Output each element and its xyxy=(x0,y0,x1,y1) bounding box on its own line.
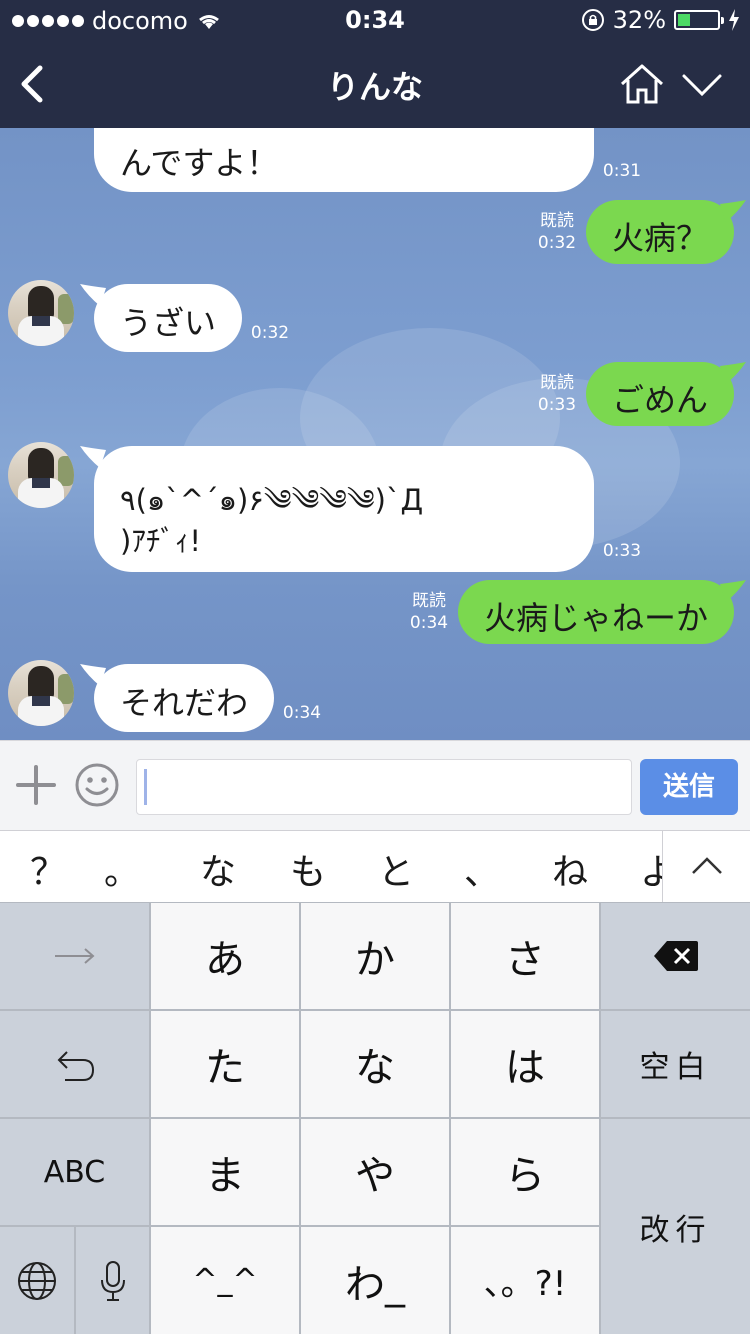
space-key[interactable]: 空白 xyxy=(601,1011,750,1117)
battery-percent: 32% xyxy=(612,6,666,34)
message-input-bar: 送信 xyxy=(0,740,750,830)
send-button[interactable]: 送信 xyxy=(640,759,738,815)
chat-area[interactable]: んですよ！ 0:31 既読 0:32 火病？ うざい 0:32 既読 0:33 … xyxy=(0,128,750,740)
bubble-tail xyxy=(720,362,746,384)
message-meta: 既読 0:34 xyxy=(406,590,452,634)
home-icon[interactable] xyxy=(618,62,666,106)
mic-icon xyxy=(100,1260,125,1301)
battery-icon xyxy=(674,10,724,30)
message-bubble-incoming[interactable]: ٩(๑`^´๑)۶༄༄༄༄)`Д )ｱﾁﾞｨ! xyxy=(94,446,594,572)
dictation-key[interactable] xyxy=(76,1227,149,1334)
bubble-tail xyxy=(720,580,746,602)
message-time: 0:34 xyxy=(282,703,322,723)
bubble-tail xyxy=(720,200,746,222)
undo-icon xyxy=(57,1051,94,1081)
message-bubble-outgoing[interactable]: 火病？ xyxy=(586,200,734,264)
key-ka[interactable]: か xyxy=(301,903,449,1009)
avatar[interactable] xyxy=(8,660,74,726)
message-time: 0:32 xyxy=(537,233,577,253)
message-meta: 既読 0:33 xyxy=(534,372,580,416)
key-ma[interactable]: ま xyxy=(151,1119,299,1225)
delete-icon xyxy=(653,941,698,971)
message-text: うざい xyxy=(120,304,217,342)
return-key[interactable]: 改行 xyxy=(601,1119,750,1334)
message-bubble-incoming[interactable]: んですよ！ xyxy=(94,128,594,192)
message-text: ごめん xyxy=(612,381,709,419)
message-meta: 既読 0:32 xyxy=(534,210,580,254)
status-right: 32% xyxy=(581,6,740,34)
kaomoji-key[interactable]: ^_^ xyxy=(151,1227,299,1334)
globe-icon xyxy=(18,1261,56,1300)
message-bubble-incoming[interactable]: それだわ xyxy=(94,664,274,732)
prediction-bar: ？ 。 な も と 、 ね よ xyxy=(0,830,750,903)
key-na[interactable]: な xyxy=(301,1011,449,1117)
message-text: 火病？ xyxy=(612,219,709,257)
message-time: 0:32 xyxy=(250,323,290,343)
message-time: 0:31 xyxy=(602,161,642,181)
undo-key[interactable] xyxy=(0,1011,149,1117)
charging-icon xyxy=(729,9,739,31)
suggestion-item[interactable]: 。 xyxy=(104,843,140,895)
battery-fill xyxy=(678,14,690,26)
arrow-right-icon xyxy=(54,948,95,964)
chevron-up-icon xyxy=(692,857,722,874)
message-input[interactable] xyxy=(136,759,632,815)
message-time: 0:33 xyxy=(602,541,642,561)
message-bubble-incoming[interactable]: うざい xyxy=(94,284,242,352)
plus-icon[interactable] xyxy=(16,765,56,805)
text-caret xyxy=(144,769,147,805)
space-key-label: 空白 xyxy=(639,1050,712,1085)
keyboard: あ か さ た な は 空白 ABC ま や ら 改行 ^_^ わ_ 、。?! xyxy=(0,902,750,1334)
read-receipt: 既読 xyxy=(540,373,574,393)
suggestion-item[interactable]: ？ xyxy=(30,843,66,895)
key-ta[interactable]: た xyxy=(151,1011,299,1117)
chevron-down-icon[interactable] xyxy=(680,70,724,100)
delete-key[interactable] xyxy=(601,903,750,1009)
rotation-lock-icon xyxy=(581,9,604,31)
chat-header: りんな xyxy=(0,40,750,128)
read-receipt: 既読 xyxy=(412,591,446,611)
return-key-label: 改行 xyxy=(639,1212,712,1248)
avatar[interactable] xyxy=(8,442,74,508)
message-text-line-2: )ｱﾁﾞｨ! xyxy=(120,524,201,558)
message-bubble-outgoing[interactable]: 火病じゃねーか xyxy=(458,580,734,644)
globe-key[interactable] xyxy=(0,1227,74,1334)
read-receipt: 既読 xyxy=(540,211,574,231)
suggestion-item[interactable]: よ xyxy=(640,843,662,895)
message-text: 火病じゃねーか xyxy=(484,599,709,637)
key-a[interactable]: あ xyxy=(151,903,299,1009)
suggestion-item[interactable]: な xyxy=(200,843,236,895)
key-ha[interactable]: は xyxy=(451,1011,599,1117)
message-text: それだわ xyxy=(120,684,249,722)
message-time: 0:33 xyxy=(537,395,577,415)
key-ya[interactable]: や xyxy=(301,1119,449,1225)
punctuation-key[interactable]: 、。?! xyxy=(451,1227,599,1334)
expand-suggestions-button[interactable] xyxy=(662,831,750,903)
abc-key[interactable]: ABC xyxy=(0,1119,149,1225)
suggestion-item[interactable]: も xyxy=(290,843,326,895)
message-bubble-outgoing[interactable]: ごめん xyxy=(586,362,734,426)
key-ra[interactable]: ら xyxy=(451,1119,599,1225)
emoji-icon[interactable] xyxy=(74,762,120,808)
message-text: んですよ！ xyxy=(120,144,279,182)
key-sa[interactable]: さ xyxy=(451,903,599,1009)
status-bar: docomo 0:34 32% xyxy=(0,0,750,40)
message-time: 0:34 xyxy=(409,613,449,633)
key-wa[interactable]: わ_ xyxy=(301,1227,449,1334)
avatar[interactable] xyxy=(8,280,74,346)
suggestion-item[interactable]: ね xyxy=(552,843,588,895)
arrow-right-key[interactable] xyxy=(0,903,149,1009)
suggestion-item[interactable]: 、 xyxy=(464,843,500,895)
suggestion-item[interactable]: と xyxy=(378,843,414,895)
